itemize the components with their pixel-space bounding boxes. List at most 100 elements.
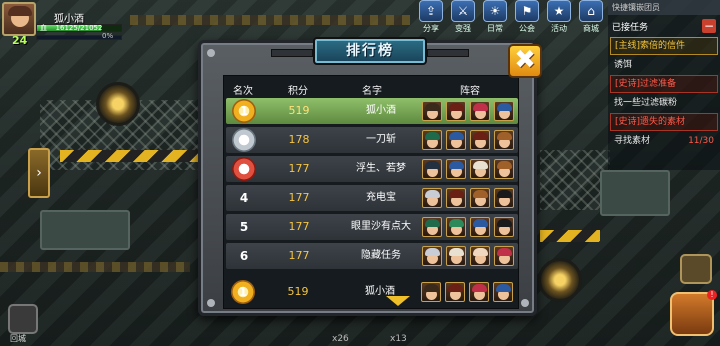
- hero-portrait-icon[interactable]: [445, 282, 465, 302]
- quest-item[interactable]: 寻找素材 11/30: [610, 133, 718, 149]
- crate: [40, 210, 130, 250]
- ranking-row[interactable]: 1 519 狐小酒: [225, 279, 517, 305]
- rank-medal-icon: 1: [232, 99, 256, 123]
- ranking-row[interactable]: 2 178 一刀斩: [226, 127, 518, 153]
- hero-portrait-icon[interactable]: [470, 101, 490, 121]
- shop-icon: ⌂: [579, 0, 603, 22]
- rank-player-name[interactable]: 眼里沙有点大: [336, 214, 426, 240]
- hero-portrait-icon[interactable]: [446, 159, 466, 179]
- quest-header: 已接任务 −: [608, 15, 720, 35]
- hero-portrait-icon[interactable]: [422, 101, 442, 121]
- ranking-row[interactable]: 3 177 浮生、若梦: [226, 156, 518, 182]
- hero-portrait-icon[interactable]: [494, 130, 514, 150]
- attack-icon[interactable]: [670, 292, 714, 336]
- home-label: 回城: [10, 334, 26, 343]
- rank-score: 177: [288, 249, 310, 262]
- quest-item[interactable]: [主线]索倍的信件: [610, 37, 718, 55]
- menu-guild[interactable]: ⚑ 公会: [514, 0, 540, 34]
- menu-shop[interactable]: ⌂ 商城: [578, 0, 604, 34]
- menu-power-up[interactable]: ⚔ 变强: [450, 0, 476, 34]
- lamp: [538, 258, 582, 302]
- rank-score: 177: [288, 220, 310, 233]
- menu-label: 公会: [519, 24, 535, 33]
- team-lineup: [422, 217, 514, 237]
- hazard-stripe: [60, 150, 200, 162]
- ranking-dialog: 排行榜 名次 积分 名字 阵容 1 519 狐小酒 2 178 一刀斩 3 177 浮生、若梦 4…: [198, 37, 537, 316]
- menu-share[interactable]: ⇪ 分享: [418, 0, 444, 34]
- ranking-row[interactable]: 1 519 狐小酒: [226, 98, 518, 124]
- rank-player-name[interactable]: 一刀斩: [336, 127, 426, 153]
- hero-portrait-icon[interactable]: [469, 282, 489, 302]
- menu-label: 分享: [423, 24, 439, 33]
- hero-portrait-icon[interactable]: [494, 246, 514, 266]
- rank-player-name[interactable]: 隐藏任务: [336, 243, 426, 269]
- header-name: 名字: [362, 86, 382, 97]
- bag-icon[interactable]: [680, 254, 712, 284]
- hero-portrait-icon[interactable]: [446, 246, 466, 266]
- ranking-row[interactable]: 4 177 充电宝: [226, 185, 518, 211]
- hero-portrait-icon[interactable]: [422, 217, 442, 237]
- hero-portrait-icon[interactable]: [421, 282, 441, 302]
- hero-portrait-icon[interactable]: [494, 159, 514, 179]
- ranking-header: 名次 积分 名字 阵容: [224, 82, 520, 98]
- quest-item[interactable]: [史诗]过滤准备: [610, 75, 718, 93]
- menu-event[interactable]: ★ 活动: [546, 0, 572, 34]
- hero-portrait-icon[interactable]: [422, 188, 442, 208]
- team-lineup: [421, 282, 513, 302]
- menu-label: 活动: [551, 24, 567, 33]
- hero-portrait-icon[interactable]: [494, 188, 514, 208]
- hero-portrait-icon[interactable]: [446, 130, 466, 150]
- alert-icon: !: [707, 290, 717, 300]
- hero-portrait-icon[interactable]: [446, 188, 466, 208]
- collapse-icon[interactable]: −: [702, 19, 716, 33]
- hero-portrait-icon[interactable]: [470, 130, 490, 150]
- rank-player-name[interactable]: 充电宝: [336, 185, 426, 211]
- player-level: 24: [12, 34, 28, 47]
- crate: [600, 170, 670, 216]
- hero-portrait-icon[interactable]: [422, 130, 442, 150]
- rank-score: 519: [287, 285, 309, 298]
- ranking-row[interactable]: 5 177 眼里沙有点大: [226, 214, 518, 240]
- team-lineup: [422, 159, 514, 179]
- rail: [0, 262, 190, 272]
- quest-progress: 11/30: [688, 136, 714, 146]
- item-count: x13: [390, 334, 407, 344]
- hero-portrait-icon[interactable]: [470, 159, 490, 179]
- ranking-row[interactable]: 6 177 隐藏任务: [226, 243, 518, 269]
- header-score: 积分: [288, 86, 308, 97]
- hero-portrait-icon[interactable]: [470, 246, 490, 266]
- player-name: 狐小酒: [54, 14, 84, 25]
- hero-portrait-icon[interactable]: [422, 159, 442, 179]
- hero-portrait-icon[interactable]: [446, 101, 466, 121]
- hero-portrait-icon[interactable]: [494, 101, 514, 121]
- expand-arrow-icon[interactable]: ›: [28, 148, 50, 198]
- rank-score: 177: [288, 191, 310, 204]
- quest-item[interactable]: [史诗]遗失的素材: [610, 113, 718, 131]
- rank-player-name[interactable]: 狐小酒: [336, 98, 426, 124]
- hero-portrait-icon[interactable]: [446, 217, 466, 237]
- team-lineup: [422, 130, 514, 150]
- header-team: 阵容: [460, 86, 480, 97]
- ranking-title: 排行榜: [271, 37, 469, 65]
- event-icon: ★: [547, 0, 571, 22]
- rank-player-name[interactable]: 狐小酒: [335, 279, 425, 305]
- home-icon[interactable]: [8, 304, 38, 334]
- hp-text: 16125/21052: [55, 24, 103, 32]
- quest-item[interactable]: 找一些过滤碳粉: [610, 95, 718, 111]
- rank-medal-icon: 2: [232, 128, 256, 152]
- quest-panel-title[interactable]: 快捷镶嵌团员: [608, 0, 720, 15]
- close-icon[interactable]: ✖: [508, 44, 542, 78]
- quest-item[interactable]: 诱饵: [610, 57, 718, 73]
- menu-daily[interactable]: ☀ 日常: [482, 0, 508, 34]
- player-avatar[interactable]: [2, 2, 36, 36]
- hero-portrait-icon[interactable]: [470, 188, 490, 208]
- power-up-icon: ⚔: [451, 0, 475, 22]
- rank-player-name[interactable]: 浮生、若梦: [336, 156, 426, 182]
- hero-portrait-icon[interactable]: [494, 217, 514, 237]
- hero-portrait-icon[interactable]: [493, 282, 513, 302]
- hero-portrait-icon[interactable]: [422, 246, 442, 266]
- hero-portrait-icon[interactable]: [470, 217, 490, 237]
- rank-score: 177: [288, 162, 310, 175]
- item-count: x26: [332, 334, 349, 344]
- player-hud[interactable]: 24 狐小酒 血 16125/21052 0%: [2, 2, 122, 47]
